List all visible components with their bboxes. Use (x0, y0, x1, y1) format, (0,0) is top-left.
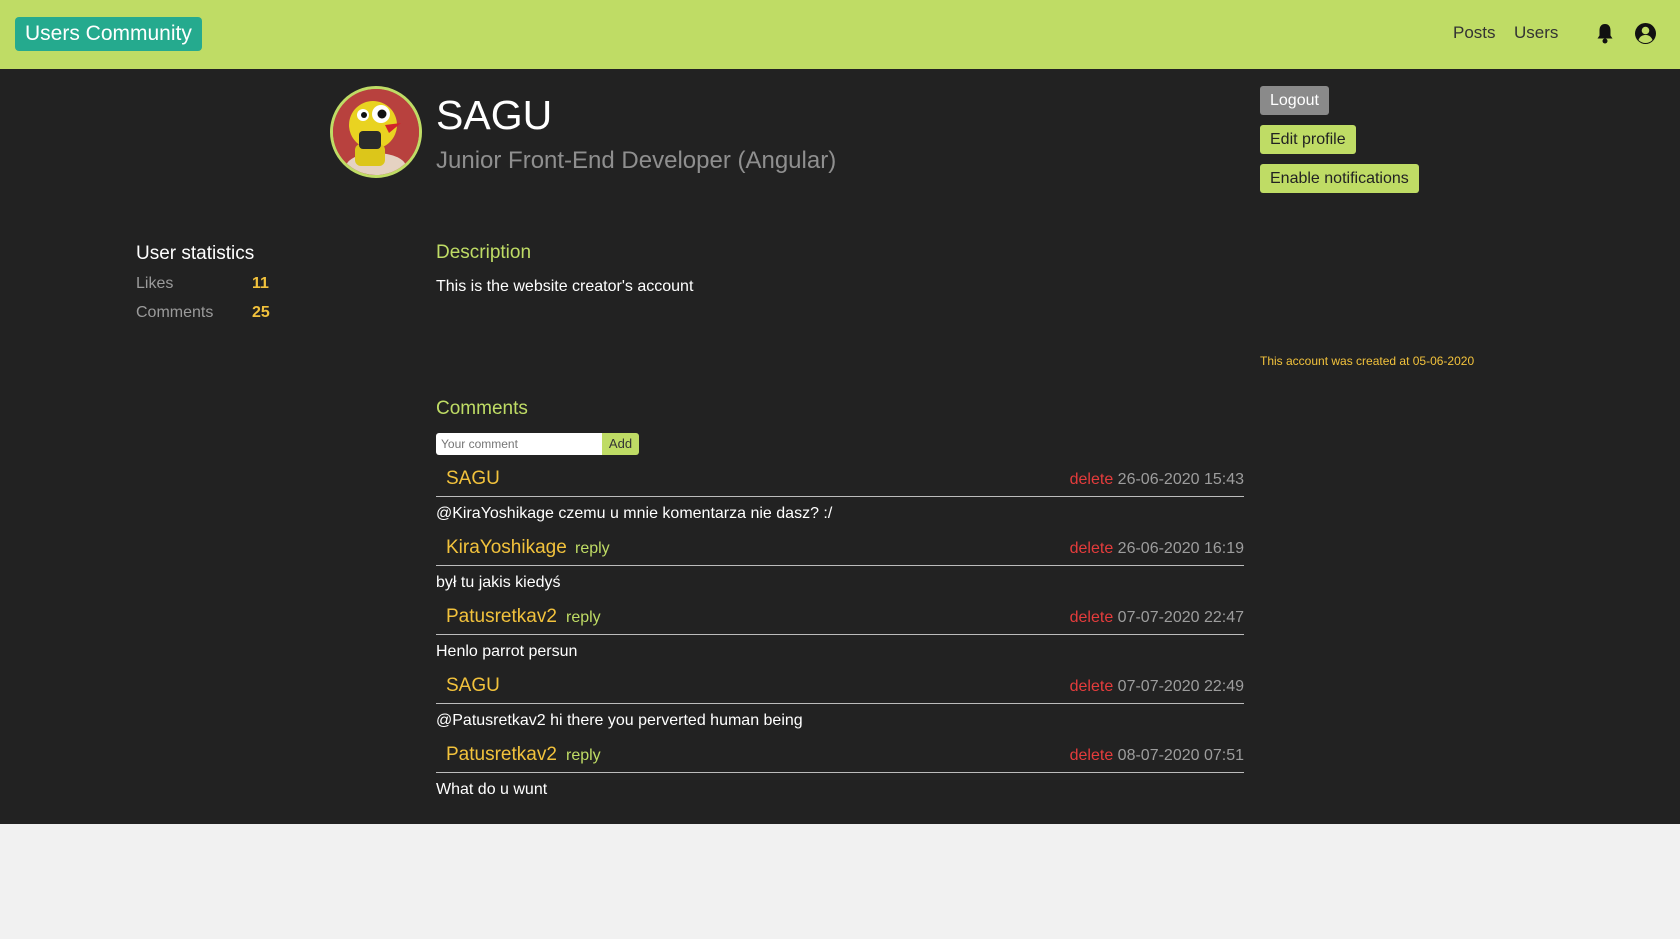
account-created-text: This account was created at 05-06-2020 (1260, 354, 1475, 368)
comment-meta: delete 26-06-2020 15:43 (1070, 470, 1244, 490)
logout-button[interactable]: Logout (1260, 86, 1329, 115)
description-title: Description (436, 242, 532, 263)
nav-link-posts[interactable]: Posts (1453, 22, 1496, 44)
delete-comment-link[interactable]: delete (1070, 747, 1114, 764)
bell-icon[interactable] (1596, 23, 1614, 49)
comment-meta: delete 07-07-2020 22:47 (1070, 608, 1244, 628)
reply-link[interactable]: reply (566, 746, 601, 766)
comment-meta: delete 08-07-2020 07:51 (1070, 746, 1244, 766)
comment-header: SAGU delete 26-06-2020 15:43 (436, 462, 1244, 497)
reply-link[interactable]: reply (566, 608, 601, 628)
nav-link-users[interactable]: Users (1514, 22, 1558, 44)
account-circle-icon[interactable] (1634, 22, 1657, 50)
reply-link[interactable]: reply (575, 539, 610, 559)
top-navbar: Users Community Posts Users (0, 0, 1680, 69)
description-text: This is the website creator's account (436, 278, 694, 295)
delete-comment-link[interactable]: delete (1070, 609, 1114, 626)
delete-comment-link[interactable]: delete (1070, 471, 1114, 488)
likes-value: 11 (252, 275, 269, 292)
comment-author[interactable]: Patusretkav2 (446, 743, 557, 767)
brand-logo-button[interactable]: Users Community (15, 17, 202, 51)
profile-username: SAGU (436, 92, 553, 138)
comment-date: 26-06-2020 15:43 (1117, 471, 1244, 488)
profile-page (0, 69, 1680, 824)
comment-text: Henlo parrot persun (436, 643, 578, 660)
comment-text: @Patusretkav2 hi there you perverted hum… (436, 712, 803, 729)
comment-header: SAGU delete 07-07-2020 22:49 (436, 669, 1244, 704)
comment-header: Patusretkav2 reply delete 08-07-2020 07:… (436, 738, 1244, 773)
comment-date: 08-07-2020 07:51 (1117, 747, 1244, 764)
comment-header: KiraYoshikage reply delete 26-06-2020 16… (436, 531, 1244, 566)
comment-meta: delete 07-07-2020 22:49 (1070, 677, 1244, 697)
comments-title: Comments (436, 398, 528, 419)
comment-date: 07-07-2020 22:49 (1117, 678, 1244, 695)
delete-comment-link[interactable]: delete (1070, 678, 1114, 695)
add-comment-button[interactable]: Add (602, 433, 639, 455)
comment-meta: delete 26-06-2020 16:19 (1070, 539, 1244, 559)
comment-text: What do u wunt (436, 781, 548, 798)
comment-text: był tu jakis kiedyś (436, 574, 561, 591)
comment-text: @KiraYoshikage czemu u mnie komentarza n… (436, 505, 833, 522)
comment-header: Patusretkav2 reply delete 07-07-2020 22:… (436, 600, 1244, 635)
user-statistics-title: User statistics (136, 243, 255, 264)
comments-count-value: 25 (252, 304, 270, 321)
delete-comment-link[interactable]: delete (1070, 540, 1114, 557)
comment-date: 07-07-2020 22:47 (1117, 609, 1244, 626)
comment-author[interactable]: Patusretkav2 (446, 605, 557, 629)
edit-profile-button[interactable]: Edit profile (1260, 125, 1356, 154)
profile-job-title: Junior Front-End Developer (Angular) (436, 147, 837, 174)
enable-notifications-button[interactable]: Enable notifications (1260, 164, 1419, 193)
likes-label: Likes (136, 275, 174, 292)
comment-date: 26-06-2020 16:19 (1117, 540, 1244, 557)
comment-author[interactable]: KiraYoshikage (446, 536, 567, 560)
comment-author[interactable]: SAGU (446, 467, 500, 491)
avatar (330, 86, 422, 178)
comments-count-label: Comments (136, 304, 214, 321)
comment-author[interactable]: SAGU (446, 674, 500, 698)
comment-input[interactable] (436, 433, 602, 455)
